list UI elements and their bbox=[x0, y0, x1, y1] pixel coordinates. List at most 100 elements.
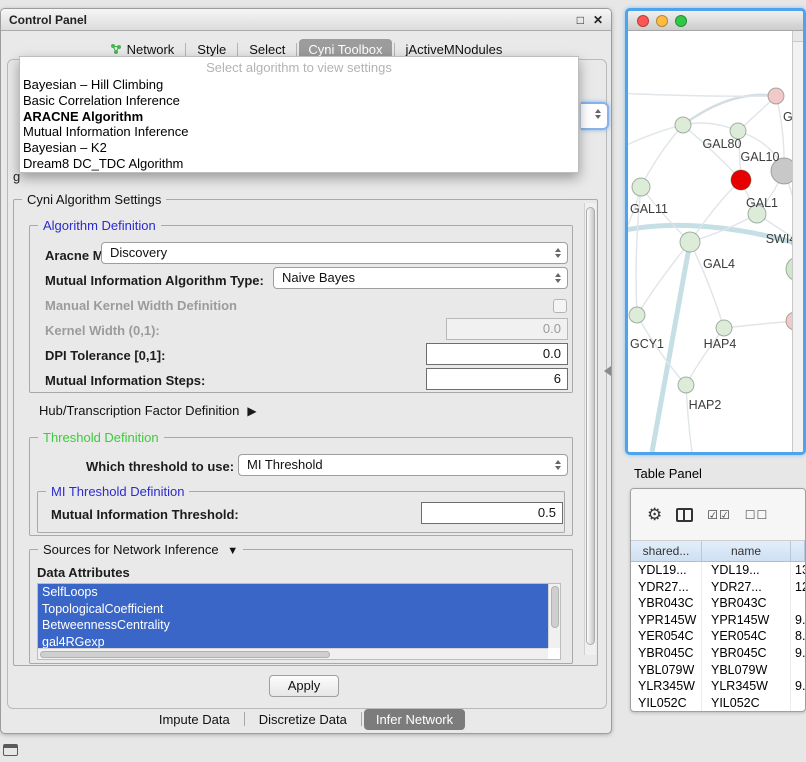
cell: YBL079W bbox=[702, 662, 791, 679]
combo-arrows-icon bbox=[555, 460, 561, 470]
cell: YBR045C bbox=[702, 645, 791, 662]
float-window-icon[interactable]: □ bbox=[577, 14, 584, 26]
gear-icon[interactable]: ⚙ bbox=[647, 507, 662, 523]
splitter-collapse-arrow[interactable] bbox=[604, 366, 611, 376]
list-vertical-scrollbar[interactable] bbox=[548, 584, 560, 648]
node-gal11[interactable] bbox=[632, 178, 650, 196]
dpi-tolerance-label: DPI Tolerance [0,1]: bbox=[45, 348, 165, 363]
tab-label: jActiveMNodules bbox=[406, 42, 503, 57]
expand-arrow-icon: ▶ bbox=[247, 404, 256, 418]
network-window-titlebar[interactable] bbox=[628, 11, 803, 31]
combo-value: Naive Bayes bbox=[282, 270, 355, 285]
scrollbar-thumb[interactable] bbox=[551, 586, 559, 628]
tab-infer-network[interactable]: Infer Network bbox=[364, 709, 465, 730]
node-hap4[interactable] bbox=[716, 320, 732, 336]
list-item[interactable]: TopologicalCoefficient bbox=[38, 601, 548, 618]
cell: 9. bbox=[791, 645, 805, 662]
cell: YDR27... bbox=[631, 579, 702, 596]
algorithm-combobox-fragment[interactable] bbox=[581, 102, 609, 130]
table-row[interactable]: YDL19... YDL19... 13 bbox=[631, 562, 805, 579]
cell bbox=[791, 695, 805, 712]
node-gcy1[interactable] bbox=[629, 307, 645, 323]
table-toolbar: ⚙ ☑☑ ☐☐ bbox=[631, 489, 805, 541]
settings-scrollbar[interactable] bbox=[584, 203, 596, 655]
settings-scrollbar-thumb[interactable] bbox=[586, 207, 595, 645]
list-horizontal-scrollbar[interactable] bbox=[38, 648, 548, 659]
table-row[interactable]: YDR27... YDR27... 12 bbox=[631, 579, 805, 596]
kernel-width-field[interactable]: 0.0 bbox=[446, 318, 568, 340]
scrollbar-button[interactable] bbox=[793, 31, 803, 42]
algorithm-dropdown-popup: Select algorithm to view settings Bayesi… bbox=[19, 56, 579, 173]
scrollbar-thumb[interactable] bbox=[40, 651, 330, 658]
minimize-traffic-light-icon[interactable] bbox=[656, 15, 668, 27]
table-row[interactable]: YIL052C YIL052C bbox=[631, 695, 805, 712]
tab-discretize-data[interactable]: Discretize Data bbox=[247, 709, 359, 730]
cell: YBR043C bbox=[631, 595, 702, 612]
hub-definition-expander[interactable]: Hub/Transcription Factor Definition ▶ bbox=[39, 403, 257, 418]
table-row[interactable]: YER054C YER054C 8. bbox=[631, 628, 805, 645]
tab-impute-data[interactable]: Impute Data bbox=[147, 709, 242, 730]
desktop: Control Panel □ ✕ Network Style Select bbox=[0, 0, 806, 762]
control-panel-titlebar[interactable]: Control Panel □ ✕ bbox=[1, 9, 611, 31]
cell: 9. bbox=[791, 678, 805, 695]
mi-algorithm-type-combobox[interactable]: Naive Bayes bbox=[273, 267, 568, 289]
table-header: shared... name bbox=[631, 541, 805, 562]
table-row[interactable]: YLR345W YLR345W 9. bbox=[631, 678, 805, 695]
mi-threshold-field[interactable]: 0.5 bbox=[421, 502, 563, 524]
node-label: GAL1 bbox=[746, 196, 778, 210]
select-all-icon[interactable]: ☑☑ bbox=[707, 507, 731, 523]
aracne-mode-combobox[interactable]: Discovery bbox=[101, 242, 568, 264]
data-attributes-rows: SelfLoops TopologicalCoefficient Between… bbox=[38, 584, 548, 648]
cell: YBL079W bbox=[631, 662, 702, 679]
tab-label: Select bbox=[249, 42, 285, 57]
tab-divider bbox=[237, 43, 238, 56]
network-vertical-scrollbar[interactable] bbox=[792, 31, 803, 452]
cell: YIL052C bbox=[631, 695, 702, 712]
list-item[interactable]: SelfLoops bbox=[38, 584, 548, 601]
table-panel-title: Table Panel bbox=[634, 466, 702, 481]
apply-button[interactable]: Apply bbox=[269, 675, 339, 697]
close-traffic-light-icon[interactable] bbox=[637, 15, 649, 27]
node-label: GAL10 bbox=[741, 150, 780, 164]
manual-kernel-width-checkbox[interactable] bbox=[553, 299, 567, 313]
table-row[interactable]: YPR145W YPR145W 9. bbox=[631, 612, 805, 629]
network-canvas[interactable]: GAL80 GAL10 GAL11 GAL1 SWI4 GAL4 GCY1 HA… bbox=[628, 31, 803, 452]
node-selected-red[interactable] bbox=[731, 170, 751, 190]
dropdown-item[interactable]: Dream8 DC_TDC Algorithm bbox=[20, 156, 578, 172]
dropdown-item[interactable]: Mutual Information Inference bbox=[20, 124, 578, 140]
mi-steps-field[interactable]: 6 bbox=[426, 368, 568, 390]
zoom-traffic-light-icon[interactable] bbox=[675, 15, 687, 27]
mi-steps-label: Mutual Information Steps: bbox=[45, 373, 205, 388]
table-row[interactable]: YBR043C YBR043C bbox=[631, 595, 805, 612]
node-hap2[interactable] bbox=[678, 377, 694, 393]
dropdown-item[interactable]: Bayesian – K2 bbox=[20, 140, 578, 156]
cell: 13 bbox=[791, 562, 805, 579]
sources-expander[interactable]: Sources for Network Inference ▼ bbox=[38, 542, 243, 557]
dropdown-item[interactable]: Basic Correlation Inference bbox=[20, 93, 578, 109]
table-row[interactable]: YBL079W YBL079W bbox=[631, 662, 805, 679]
tab-divider bbox=[361, 712, 362, 726]
data-attributes-list: SelfLoops TopologicalCoefficient Between… bbox=[37, 583, 561, 660]
dpi-tolerance-field[interactable]: 0.0 bbox=[426, 343, 568, 365]
deselect-all-icon[interactable]: ☐☐ bbox=[745, 507, 769, 523]
list-item[interactable]: BetweennessCentrality bbox=[38, 617, 548, 634]
node-unlabeled[interactable] bbox=[675, 117, 691, 133]
column-header-shared-name[interactable]: shared... bbox=[631, 541, 702, 561]
cell: 8. bbox=[791, 628, 805, 645]
node-gal-partial[interactable] bbox=[768, 88, 784, 104]
column-header-name[interactable]: name bbox=[702, 541, 791, 561]
close-icon[interactable]: ✕ bbox=[593, 14, 603, 26]
node-gal4[interactable] bbox=[680, 232, 700, 252]
column-header-partial[interactable] bbox=[791, 541, 805, 561]
mi-algorithm-type-label: Mutual Information Algorithm Type: bbox=[45, 273, 264, 288]
columns-icon[interactable] bbox=[676, 508, 693, 522]
tab-label: Network bbox=[127, 42, 175, 57]
dropdown-item[interactable]: Bayesian – Hill Climbing bbox=[20, 77, 578, 93]
floating-window-icon[interactable] bbox=[3, 744, 18, 756]
dropdown-item-selected[interactable]: ARACNE Algorithm bbox=[20, 109, 578, 125]
node-label: GAL80 bbox=[703, 137, 742, 151]
manual-kernel-width-label: Manual Kernel Width Definition bbox=[45, 298, 237, 313]
list-item[interactable]: gal4RGexp bbox=[38, 634, 548, 649]
table-row[interactable]: YBR045C YBR045C 9. bbox=[631, 645, 805, 662]
threshold-type-combobox[interactable]: MI Threshold bbox=[238, 454, 568, 476]
